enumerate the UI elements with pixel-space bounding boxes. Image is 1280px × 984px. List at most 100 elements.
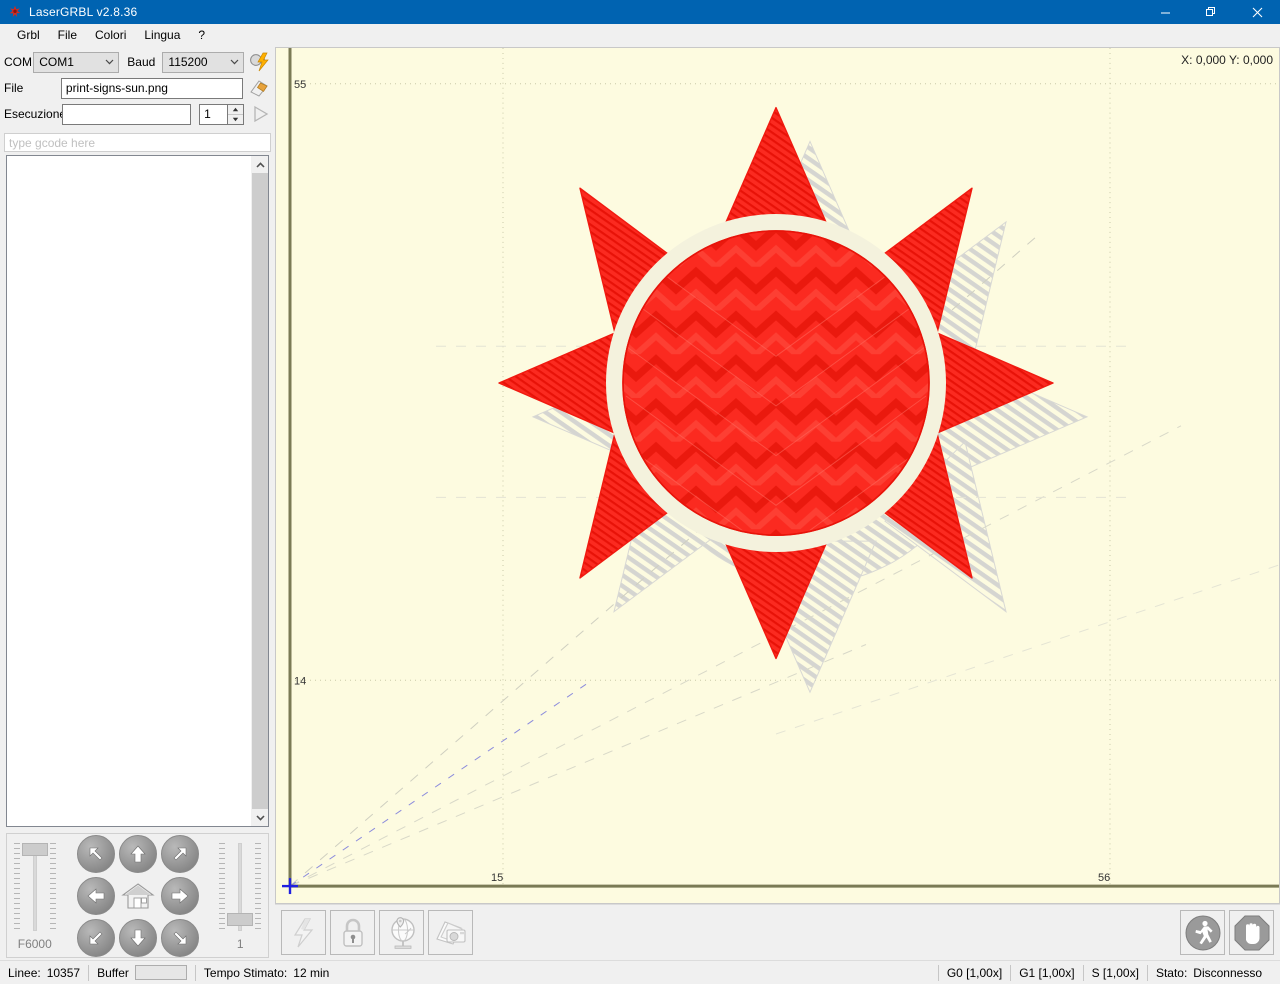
preview-drawing: 55 14 15 56 [276,48,1279,903]
preview-toolbar [275,904,1280,960]
console-list-body[interactable] [7,156,251,826]
sun-disc [622,230,930,536]
console-list[interactable] [6,155,269,827]
time-value: 12 min [293,965,330,980]
jog-down-left-button[interactable] [76,918,115,957]
lasergrbl-window: LaserGRBL v2.8.36 Grbl File Colori Lingu… [0,0,1280,984]
homing-button[interactable] [379,910,424,955]
g1-label: G1 [1,00x] [1019,965,1075,980]
jog-down-right-button[interactable] [160,918,199,957]
coordinate-readout: X: 0,000 Y: 0,000 [1181,53,1273,67]
feed-rate-label: F6000 [17,936,52,951]
jog-home-button[interactable] [119,877,157,915]
lasergrbl-logo-icon [7,4,23,20]
step-slider-thumb[interactable] [227,912,254,926]
stepper-up-icon[interactable] [228,104,244,115]
com-label: COM [4,55,32,69]
stepper-buttons[interactable] [227,103,245,125]
menu-item-grbl[interactable]: Grbl [8,25,49,45]
lines-value: 10357 [46,965,81,980]
left-panel: COM COM1 Baud 115200 File print-signs-su… [0,47,275,960]
stepper-down-icon[interactable] [228,114,244,124]
menu-item-lingua[interactable]: Lingua [135,25,189,45]
menu-item-file[interactable]: File [49,25,86,45]
time-label: Tempo Stimato: [203,965,288,980]
buffer-progress [134,965,187,980]
play-triangle-icon[interactable] [248,103,271,125]
connection-panel: COM COM1 Baud 115200 File print-signs-su… [0,47,275,131]
y-tick-14: 14 [294,675,306,687]
right-panel: 55 14 15 56 X: 0,000 Y: 0,000 [275,47,1280,960]
g0-override[interactable]: G0 [1,00x] [939,964,1010,982]
feed-rate-slider[interactable]: F6000 [7,841,63,951]
open-file-eraser-icon[interactable] [247,77,271,99]
console-scrollbar[interactable] [251,156,268,826]
feed-slider-track[interactable] [11,841,59,933]
execution-label: Esecuzione [4,107,67,121]
feed-ticks-right [49,842,56,931]
connection-state: Stato: Disconnesso [1148,964,1270,982]
window-title: LaserGRBL v2.8.36 [29,5,138,19]
jog-left-button[interactable] [76,876,115,915]
baud-rate-select[interactable]: 115200 [162,51,244,73]
jog-down-button[interactable] [118,918,157,957]
buffer-status: Buffer [89,964,195,982]
execution-row: Esecuzione 1 [4,103,271,125]
g0-label: G0 [1,00x] [946,965,1003,980]
main-body: COM COM1 Baud 115200 File print-signs-su… [0,47,1280,960]
file-name-field[interactable]: print-signs-sun.png [60,77,244,99]
preview-canvas[interactable]: 55 14 15 56 X: 0,000 Y: 0,000 [275,47,1280,904]
gcode-input-placeholder: type gcode here [9,135,96,150]
feed-slider-thumb[interactable] [21,842,48,856]
feed-slider-rail [32,842,37,931]
unlock-lightning-button[interactable] [281,910,326,955]
chevron-down-icon [226,53,243,72]
state-label: Stato: [1155,965,1188,980]
jog-up-right-button[interactable] [160,834,199,873]
jog-dpad [76,834,199,957]
execution-progress-field[interactable] [62,103,192,125]
step-ticks-right [255,842,262,931]
restore-button[interactable] [1188,0,1234,24]
y-tick-55: 55 [294,79,306,91]
scroll-down-icon[interactable] [252,809,268,826]
g1-override[interactable]: G1 [1,00x] [1011,964,1082,982]
menu-item-help[interactable]: ? [189,25,214,45]
scrollbar-track[interactable] [252,173,268,809]
jog-up-left-button[interactable] [76,834,115,873]
state-value: Disconnesso [1193,965,1262,980]
file-row: File print-signs-sun.png [4,77,271,99]
gcode-input[interactable]: type gcode here [4,133,271,152]
scroll-up-icon[interactable] [252,156,268,173]
lines-label: Linee: [8,965,41,980]
baud-label: Baud [127,55,156,69]
s-override[interactable]: S [1,00x] [1084,964,1147,982]
step-size-slider[interactable]: 1 [213,841,269,951]
jog-panel: F6000 1 [6,833,269,958]
run-program-button[interactable] [1180,910,1225,955]
image-button[interactable] [428,910,473,955]
repeat-count-value[interactable]: 1 [199,103,228,125]
close-button[interactable] [1234,0,1280,24]
com-port-value: COM1 [39,55,74,69]
lines-status: Linee: 10357 [0,964,88,982]
stop-program-button[interactable] [1229,910,1274,955]
feed-ticks-left [13,842,20,931]
jog-right-button[interactable] [160,876,199,915]
minimize-button[interactable] [1142,0,1188,24]
connect-plug-lightning-icon[interactable] [248,51,271,73]
repeat-count-stepper[interactable]: 1 [199,103,245,125]
s-label: S [1,00x] [1091,965,1139,980]
com-port-select[interactable]: COM1 [33,51,120,73]
menu-bar: Grbl File Colori Lingua ? [0,24,1280,47]
lock-button[interactable] [330,910,375,955]
buffer-label: Buffer [97,965,129,980]
title-bar: LaserGRBL v2.8.36 [0,0,1280,24]
step-slider-track[interactable] [216,841,264,933]
jog-up-button[interactable] [118,834,157,873]
x-tick-15: 15 [491,872,503,884]
step-ticks-left [219,842,226,931]
estimated-time-status: Tempo Stimato: 12 min [196,964,337,982]
x-tick-56: 56 [1098,872,1110,884]
menu-item-colori[interactable]: Colori [86,25,135,45]
